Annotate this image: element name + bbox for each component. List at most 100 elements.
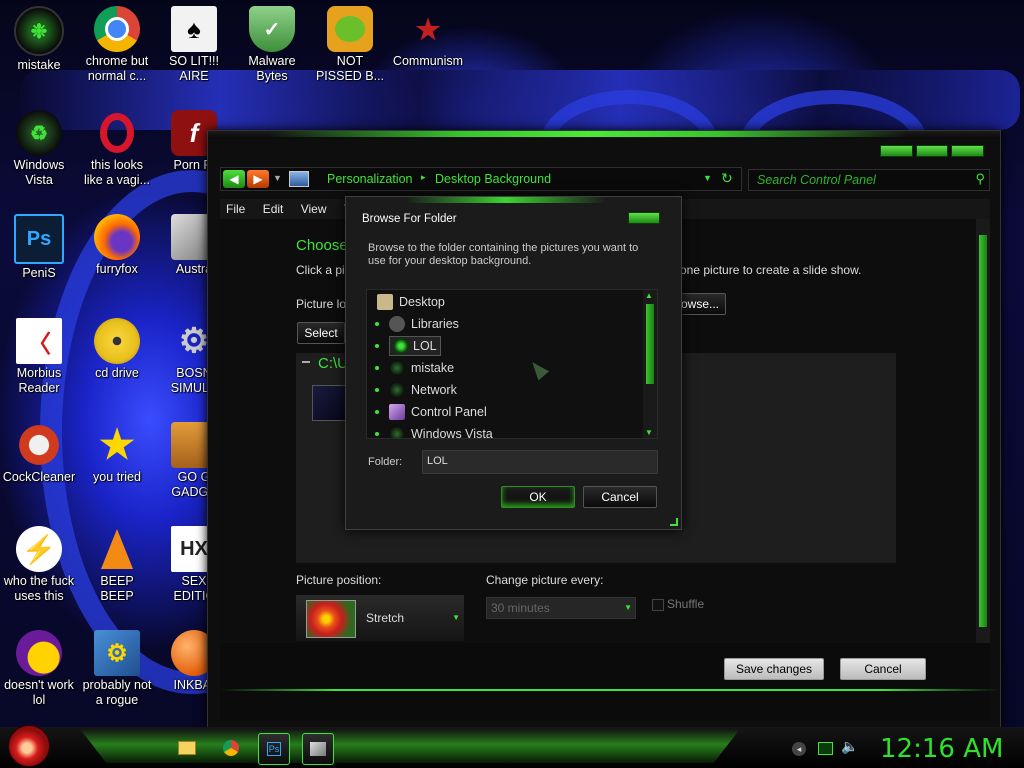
picture-position-select[interactable]: Stretch ▼ <box>296 595 464 641</box>
save-changes-button[interactable]: Save changes <box>724 658 824 680</box>
shield-icon: ✓ <box>249 6 295 52</box>
desktop-folder-icon <box>377 294 393 310</box>
menu-file[interactable]: File <box>220 199 253 216</box>
desktop-icon-mistake[interactable]: ❉ mistake <box>0 6 78 73</box>
change-picture-value: 30 minutes <box>491 601 550 615</box>
desktop-icon-malwarebytes[interactable]: ✓ Malware Bytes <box>233 6 311 84</box>
address-dropdown-icon[interactable]: ▼ <box>703 173 712 183</box>
scrollbar-thumb[interactable] <box>979 235 987 627</box>
taskbar-clock[interactable]: 12:16 AM <box>880 734 1003 764</box>
expand-dot-icon[interactable] <box>375 322 379 326</box>
maximize-button[interactable] <box>915 145 949 157</box>
desktop-icon-communism[interactable]: ★ Communism <box>389 6 467 69</box>
shuffle-checkbox[interactable] <box>652 599 664 611</box>
desktop-icon-rogue[interactable]: ⚙ probably not a rogue <box>78 630 156 708</box>
network-icon <box>389 382 405 398</box>
desktop-icon-windows-vista[interactable]: ♻ Windows Vista <box>0 110 78 188</box>
desktop-icon-opera[interactable]: this looks like a vagi... <box>78 110 156 188</box>
tray-overflow-icon[interactable]: ◂ <box>792 742 806 756</box>
taskbar-explorer[interactable] <box>172 733 202 763</box>
desktop-icon-cd-drive[interactable]: cd drive <box>78 318 156 381</box>
tree-item-control-panel[interactable]: Control Panel <box>375 402 487 422</box>
expand-dot-icon[interactable] <box>375 432 379 436</box>
volume-icon[interactable]: 🔈 <box>841 738 858 755</box>
breadcrumb-desktop-background[interactable]: Desktop Background <box>435 172 551 186</box>
control-panel-icon <box>310 742 326 756</box>
page-subtext-left: Click a pi <box>296 263 345 277</box>
emblem-icon: ★ <box>415 13 441 45</box>
ok-button[interactable]: OK <box>501 486 575 508</box>
minimize-button[interactable] <box>880 145 913 157</box>
flower-thumbnail <box>306 600 356 638</box>
tree-item-windows-vista[interactable]: Windows Vista <box>375 424 493 438</box>
desktop-icon-photoshop[interactable]: Ps PeniS <box>0 214 78 281</box>
recent-pages-chevron-icon[interactable]: ▼ <box>273 173 282 183</box>
expand-dot-icon[interactable] <box>375 410 379 414</box>
dialog-instructions: Browse to the folder containing the pict… <box>368 242 639 267</box>
cancel-button[interactable]: Cancel <box>840 658 926 680</box>
content-scrollbar[interactable] <box>976 219 990 643</box>
recycle-bin-icon <box>389 426 405 438</box>
chevron-down-icon: ▼ <box>452 613 460 622</box>
scroll-up-icon[interactable]: ▲ <box>645 291 653 300</box>
taskbar-control-panel[interactable] <box>302 733 334 765</box>
tree-item-libraries[interactable]: Libraries <box>375 314 459 334</box>
desktop-icon-solitaire[interactable]: ♠ SO LIT!!! AIRE <box>155 6 233 84</box>
tree-item-desktop[interactable]: Desktop <box>377 292 445 312</box>
desktop-icon-firefox[interactable]: furryfox <box>78 214 156 277</box>
tree-scrollbar-thumb[interactable] <box>646 304 654 384</box>
expand-dot-icon[interactable] <box>375 366 379 370</box>
yahoo-messenger-icon <box>16 630 62 676</box>
libraries-icon <box>389 316 405 332</box>
menu-view[interactable]: View <box>295 199 335 216</box>
search-input[interactable] <box>757 173 967 187</box>
select-all-button[interactable]: Select <box>297 322 345 344</box>
breadcrumb-personalization[interactable]: Personalization <box>327 172 412 186</box>
cards-icon: ♠ <box>171 6 217 52</box>
desktop-icon-ccleaner[interactable]: CockCleaner <box>0 422 78 485</box>
search-box[interactable]: ⚲ <box>748 169 990 191</box>
tree-item-network[interactable]: Network <box>375 380 457 400</box>
desktop-icon-who-uses-this[interactable]: ⚡ who the fuck uses this <box>0 526 78 604</box>
tree-item-lol[interactable]: LOL <box>375 336 441 356</box>
collapse-icon[interactable] <box>302 361 310 363</box>
taskbar-chrome[interactable] <box>216 733 246 763</box>
photoshop-icon: Ps <box>266 742 282 756</box>
tree-item-mistake[interactable]: mistake <box>375 358 454 378</box>
desktop-icon-vlc[interactable]: BEEP BEEP <box>78 526 156 604</box>
close-button[interactable] <box>951 145 985 157</box>
close-button[interactable] <box>628 212 660 224</box>
refresh-icon[interactable]: ↻ <box>721 170 733 187</box>
folder-label: Folder: <box>368 456 403 468</box>
desktop-icon-bad-piggies[interactable]: NOT PISSED B... <box>311 6 389 84</box>
expand-dot-icon[interactable] <box>375 344 379 348</box>
network-tray-icon[interactable] <box>818 742 833 755</box>
star-icon: ★ <box>99 423 135 467</box>
desktop-icon-yahoo[interactable]: doesn't work lol <box>0 630 78 708</box>
search-icon[interactable]: ⚲ <box>975 171 985 187</box>
expand-dot-icon[interactable] <box>375 388 379 392</box>
address-bar[interactable]: ◀ ▶ ▼ Personalization ▸ Desktop Backgrou… <box>220 167 742 191</box>
start-button[interactable] <box>8 725 50 767</box>
desktop-icon-adobe-reader[interactable]: 〈 Morbius Reader <box>0 318 78 396</box>
tree-scrollbar[interactable]: ▲ ▼ <box>643 290 657 438</box>
breadcrumb-separator-icon: ▸ <box>421 172 426 182</box>
menu-edit[interactable]: Edit <box>257 199 292 216</box>
scroll-down-icon[interactable]: ▼ <box>645 428 653 437</box>
ccleaner-icon <box>16 422 62 468</box>
change-picture-select[interactable]: 30 minutes ▼ <box>486 597 636 619</box>
photoshop-icon: Ps <box>14 214 64 264</box>
computer-icon <box>389 360 405 376</box>
back-button[interactable]: ◀ <box>223 170 245 188</box>
browse-for-folder-dialog: Browse For Folder Browse to the folder c… <box>345 196 682 530</box>
folder-input[interactable]: LOL <box>422 450 658 474</box>
desktop-icon-chrome[interactable]: chrome but normal c... <box>78 6 156 84</box>
resize-grip-icon[interactable] <box>670 518 678 526</box>
picture-position-label: Picture position: <box>296 573 382 587</box>
gallery-group-path: C:\U <box>318 355 348 372</box>
dialog-cancel-button[interactable]: Cancel <box>583 486 657 508</box>
taskbar-photoshop[interactable]: Ps <box>258 733 290 765</box>
folder-tree[interactable]: Desktop Libraries LOL mistake Network Co… <box>366 289 658 439</box>
desktop-icon-you-tried[interactable]: ★ you tried <box>78 422 156 485</box>
forward-button[interactable]: ▶ <box>247 170 269 188</box>
